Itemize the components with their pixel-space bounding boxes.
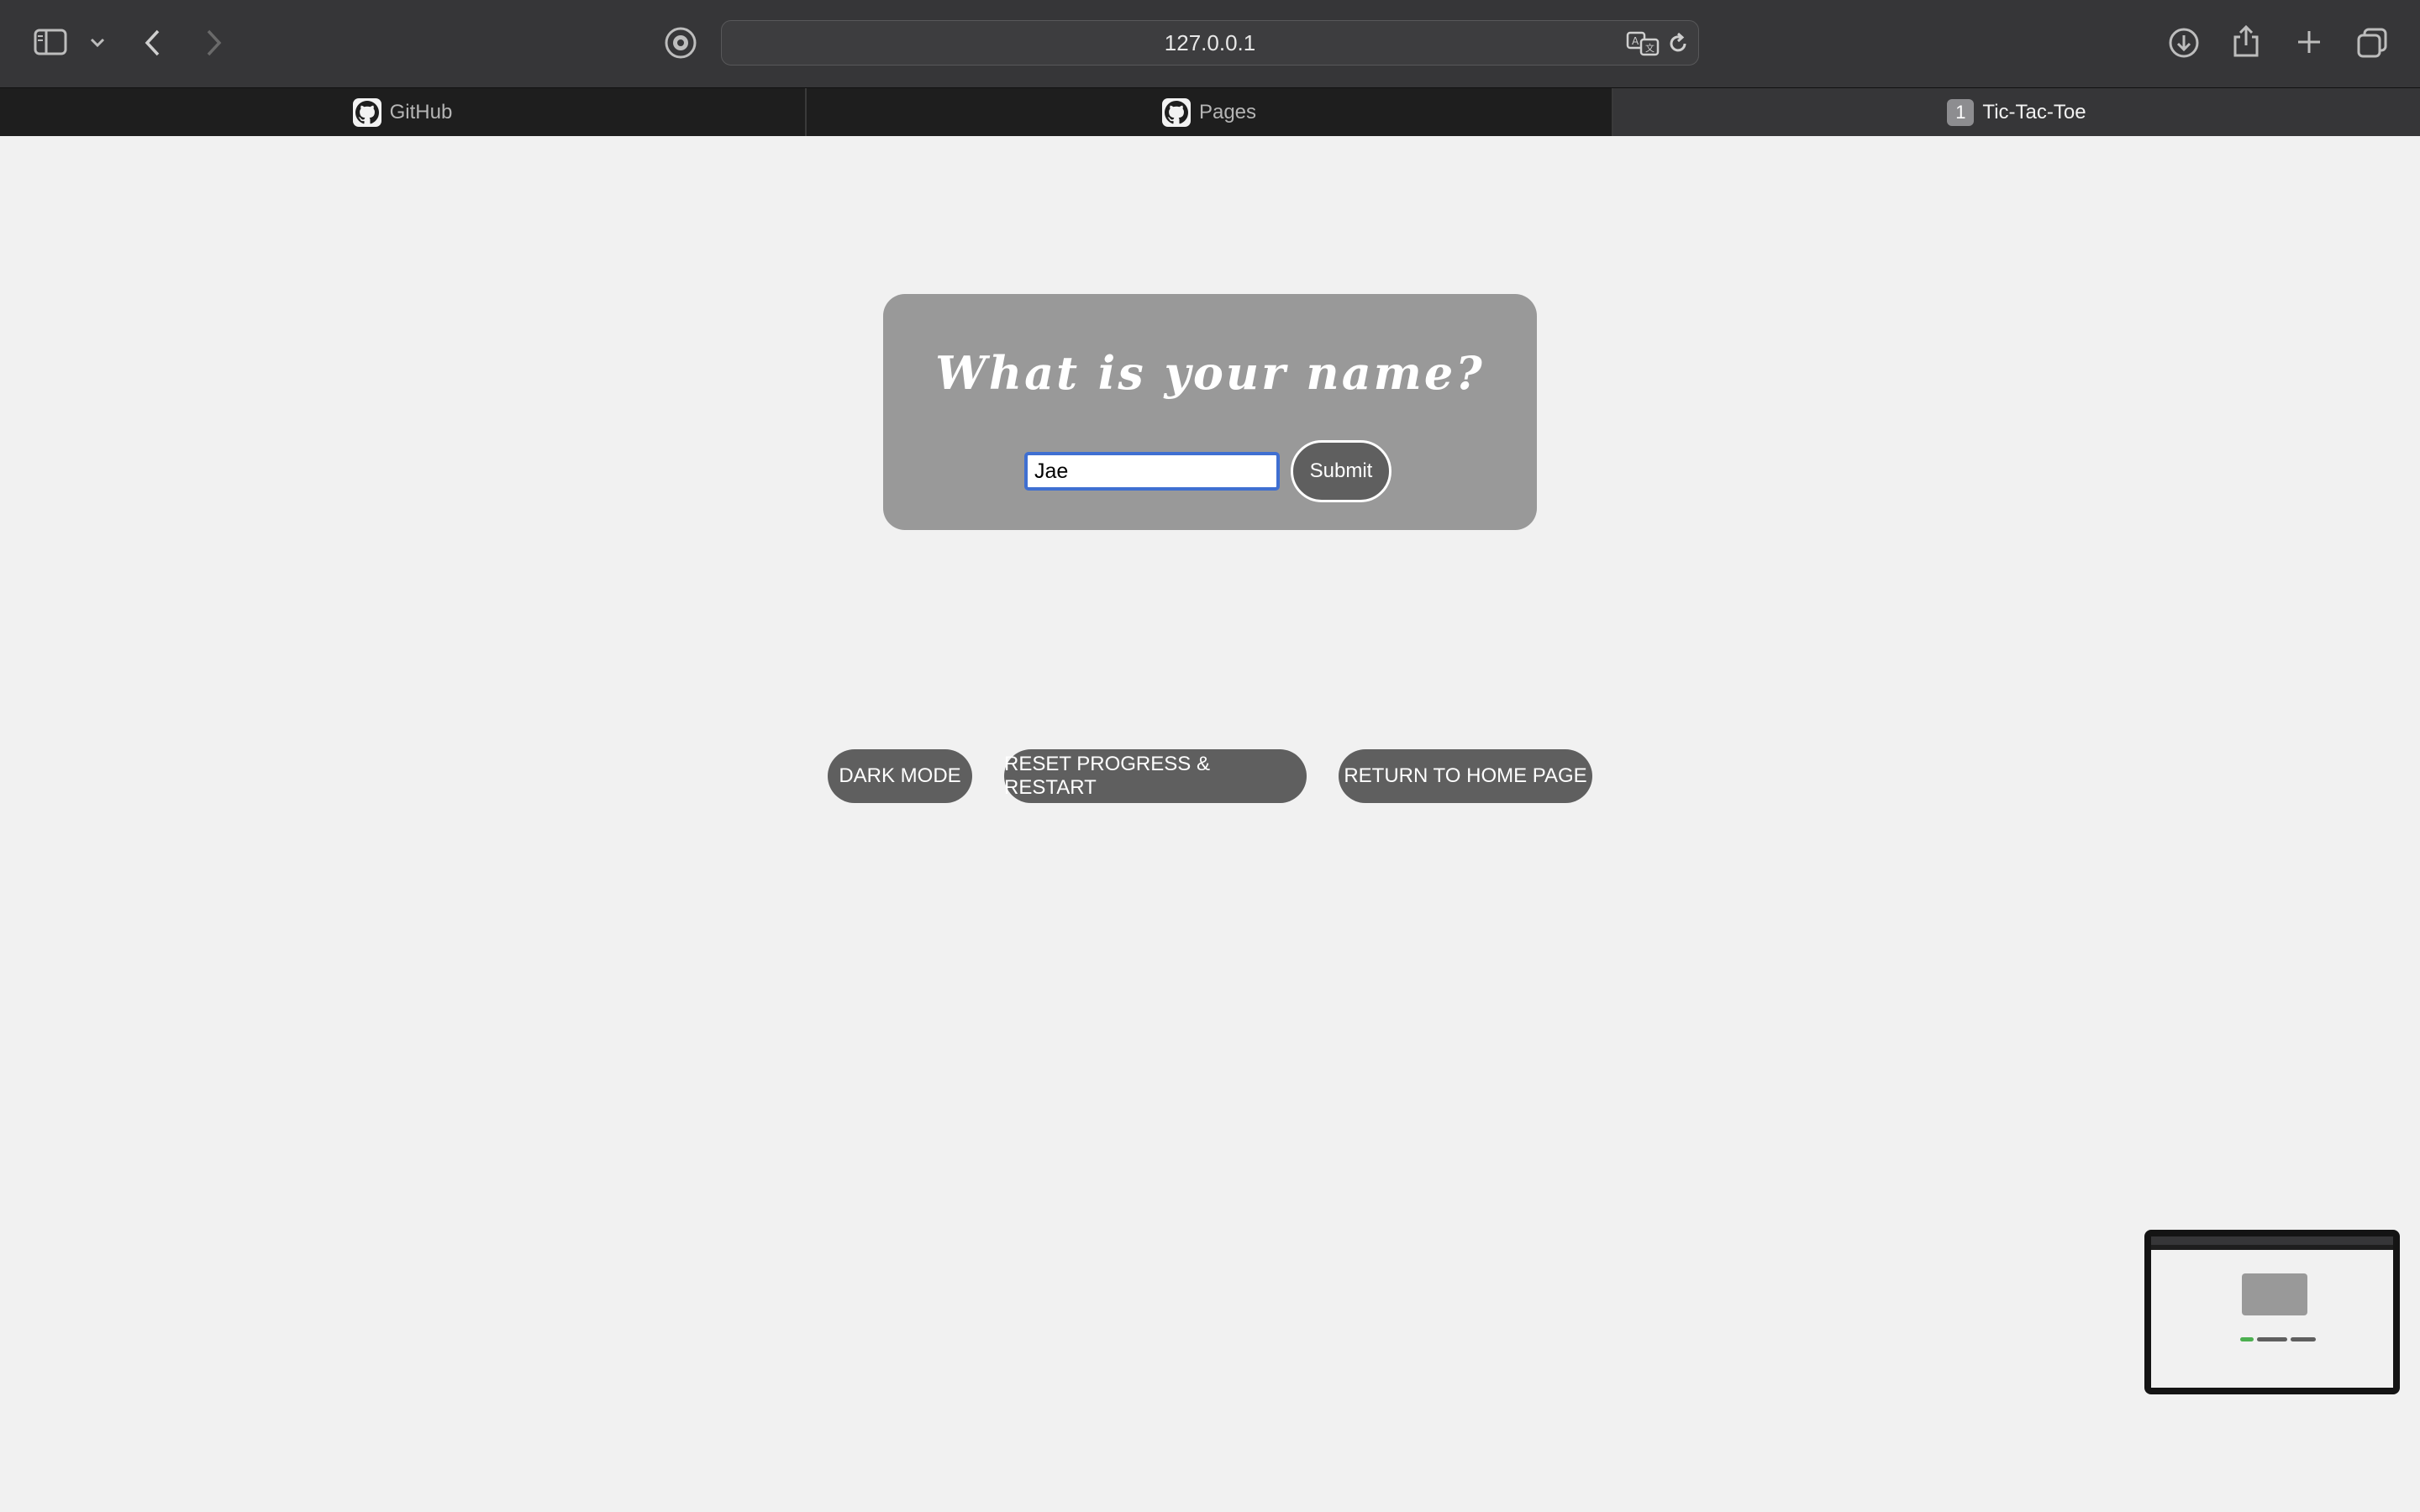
new-tab-icon[interactable] xyxy=(2296,29,2323,55)
thumbnail-preview xyxy=(2151,1236,2393,1388)
thumbnail-toolbar xyxy=(2151,1236,2393,1245)
name-prompt-heading: What is your name? xyxy=(935,346,1485,400)
thumbnail-button xyxy=(2257,1337,2287,1341)
tab-tic-tac-toe[interactable]: 1 Tic-Tac-Toe xyxy=(1613,88,2420,136)
submit-button[interactable]: Submit xyxy=(1291,440,1392,502)
tab-label: GitHub xyxy=(389,100,453,123)
tab-label: Pages xyxy=(1198,100,1257,123)
tab-number-badge: 1 xyxy=(1947,98,1975,126)
return-home-button[interactable]: RETURN TO HOME PAGE xyxy=(1339,749,1592,803)
name-prompt-card xyxy=(883,294,1537,530)
svg-text:文: 文 xyxy=(1645,42,1655,54)
share-icon[interactable] xyxy=(2232,24,2260,59)
tab-bar: GitHub Pages 1 Tic-Tac-Toe xyxy=(0,87,2420,136)
download-icon[interactable] xyxy=(2168,27,2200,59)
svg-text:A: A xyxy=(1632,35,1639,47)
thumbnail-card xyxy=(2242,1273,2307,1315)
github-icon xyxy=(1161,97,1191,127)
tab-label: Tic-Tac-Toe xyxy=(1982,100,2086,123)
reload-icon[interactable] xyxy=(1666,32,1690,55)
tab-github[interactable]: GitHub xyxy=(0,88,807,136)
reset-progress-button[interactable]: RESET PROGRESS & RESTART xyxy=(1004,749,1307,803)
url-text: 127.0.0.1 xyxy=(1164,30,1256,55)
dark-mode-button[interactable]: DARK MODE xyxy=(828,749,972,803)
sidebar-toggle-icon[interactable] xyxy=(34,29,67,55)
browser-toolbar: 127.0.0.1 A文 xyxy=(0,0,2420,87)
name-input[interactable] xyxy=(1024,452,1280,491)
translate-icon[interactable]: A文 xyxy=(1626,31,1660,56)
tab-pages[interactable]: Pages xyxy=(807,88,1613,136)
address-bar[interactable]: 127.0.0.1 A文 xyxy=(721,20,1699,66)
chevron-down-icon[interactable] xyxy=(89,37,106,49)
github-icon xyxy=(352,97,381,127)
thumbnail-button xyxy=(2240,1337,2254,1341)
tab-overview-icon[interactable] xyxy=(2356,27,2388,59)
forward-icon[interactable] xyxy=(203,29,224,57)
back-icon[interactable] xyxy=(143,29,163,57)
privacy-shield-icon[interactable] xyxy=(664,26,697,60)
thumbnail-button xyxy=(2291,1337,2316,1341)
thumbnail-tabbar xyxy=(2151,1245,2393,1250)
screenshot-thumbnail[interactable] xyxy=(2144,1230,2400,1394)
